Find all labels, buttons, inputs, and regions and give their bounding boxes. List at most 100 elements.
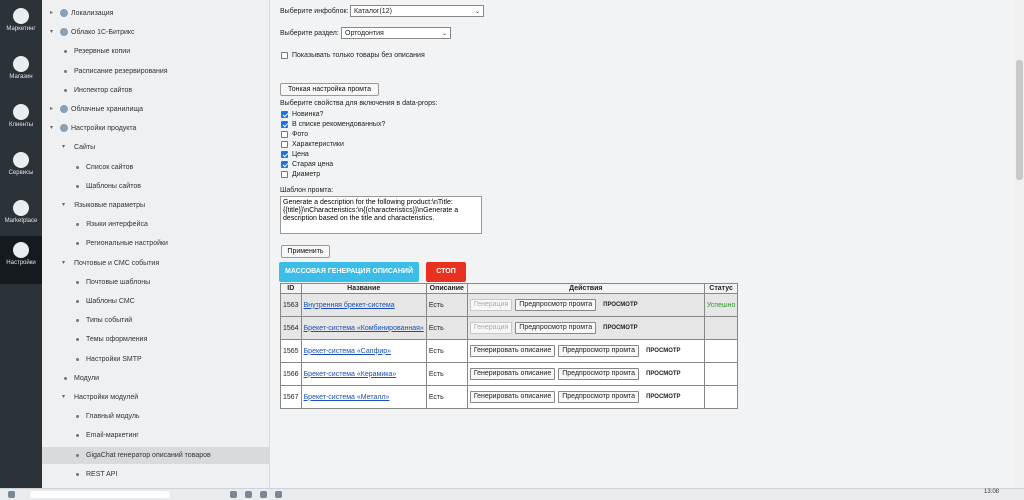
fine-tune-prompt-button[interactable]: Тонкая настройка промта — [280, 83, 379, 96]
menu-item[interactable]: Список сайтов — [42, 159, 269, 176]
prop-checkbox[interactable] — [281, 171, 288, 178]
menu-item[interactable]: ▸ Локализация — [42, 5, 269, 22]
menu-item[interactable]: Расписание резервирования — [42, 63, 269, 80]
prop-checkbox[interactable] — [281, 141, 288, 148]
sidebar-item-настройки[interactable]: Настройки — [0, 236, 42, 284]
view-link[interactable]: ПРОСМОТР — [603, 325, 638, 331]
menu-item[interactable]: ▾ Настройки модулей — [42, 389, 269, 406]
view-link[interactable]: ПРОСМОТР — [603, 302, 638, 308]
cell-actions: Генерировать описание Предпросмотр промта… — [466, 362, 705, 386]
product-link[interactable]: Брекет-система «Металл» — [304, 394, 390, 401]
menu-item[interactable]: ▾ Языковые параметры — [42, 197, 269, 214]
iblock-select[interactable]: Каталог(12) ⌄ — [350, 5, 484, 17]
sidebar-item-клиенты[interactable]: Клиенты — [0, 98, 42, 146]
menu-item-label: Темы оформления — [86, 336, 148, 344]
generate-button[interactable]: Генерировать описание — [469, 391, 556, 403]
mass-generate-button[interactable]: МАССОВАЯ ГЕНЕРАЦИЯ ОПИСАНИЙ — [279, 262, 419, 282]
chevron-down-icon[interactable]: ▾ — [50, 120, 53, 137]
generate-button[interactable]: Генерировать описание — [469, 368, 556, 380]
product-link[interactable]: Брекет-система «Керамика» — [304, 371, 397, 378]
section-label: Выберите раздел: — [280, 30, 339, 37]
cell-name: Брекет-система «Керамика» — [300, 362, 427, 386]
menu-item[interactable]: Шаблоны сайтов — [42, 178, 269, 195]
apply-button[interactable]: Применить — [281, 245, 330, 258]
bullet-icon — [76, 434, 79, 438]
product-link[interactable]: Внутренняя брекет-система — [304, 302, 395, 309]
chevron-down-icon[interactable]: ▾ — [62, 197, 65, 214]
start-icon[interactable] — [8, 491, 15, 498]
column-header: Статус — [703, 283, 739, 294]
prop-checkbox[interactable] — [281, 161, 288, 168]
page-scrollbar[interactable] — [1015, 0, 1024, 488]
taskbar-search[interactable] — [30, 491, 170, 498]
menu-item[interactable]: Инспектор сайтов — [42, 82, 269, 99]
menu-item[interactable]: GigaChat генератор описаний товаров — [42, 446, 269, 464]
menu-item[interactable]: Типы событий — [42, 312, 269, 329]
prop-checkbox[interactable] — [281, 121, 288, 128]
generate-button[interactable]: Генерировать описание — [469, 345, 556, 357]
view-link[interactable]: ПРОСМОТР — [646, 394, 681, 400]
chevron-right-icon[interactable]: ▸ — [50, 101, 53, 118]
generate-button[interactable]: Генерация — [469, 322, 513, 334]
sidebar-item-маркетинг[interactable]: Маркетинг — [0, 2, 42, 50]
view-link[interactable]: ПРОСМОТР — [646, 371, 681, 377]
preview-prompt-button[interactable]: Предпросмотр промта — [558, 391, 640, 403]
app-icon[interactable] — [230, 491, 237, 498]
only-without-desc-checkbox[interactable] — [281, 52, 288, 59]
prop-checkbox-label: Цена — [292, 151, 309, 158]
prop-checkbox[interactable] — [281, 131, 288, 138]
menu-item-label: Почтовые шаблоны — [86, 278, 151, 286]
sidebar-item-магазин[interactable]: Магазин — [0, 50, 42, 98]
menu-item[interactable]: Шаблоны СМС — [42, 293, 269, 310]
menu-item[interactable]: ▾ Почтовые и СМС события — [42, 255, 269, 272]
prompt-template-textarea[interactable] — [280, 196, 482, 234]
bullet-icon — [76, 300, 79, 303]
cell-description: Есть — [425, 385, 468, 409]
column-header: ID — [280, 283, 302, 294]
product-link[interactable]: Брекет-система «Сапфир» — [304, 348, 391, 355]
prop-checkbox[interactable] — [281, 151, 288, 158]
generate-button[interactable]: Генерация — [469, 299, 513, 311]
menu-item[interactable]: ▾ Настройки продукта — [42, 120, 269, 137]
sidebar-item-сервисы[interactable]: Сервисы — [0, 146, 42, 194]
products-table: ID Название Описание Действия Статус 1563 Вну… — [280, 283, 739, 409]
props-label: Выберите свойства для включения в data-p… — [280, 100, 438, 107]
chevron-down-icon[interactable]: ▾ — [62, 389, 65, 406]
menu-item[interactable]: Модули — [42, 370, 269, 387]
menu-item-label: Настройки продукта — [71, 125, 137, 133]
menu-item[interactable]: Email-маркетинг — [42, 427, 269, 444]
menu-item[interactable]: Настройки SMTP — [42, 351, 269, 368]
menu-item[interactable]: Главный модуль — [42, 408, 269, 425]
os-taskbar: 13:08 — [0, 488, 1024, 500]
menu-item[interactable]: Почтовые шаблоны — [42, 274, 269, 291]
app-icon[interactable] — [275, 491, 282, 498]
menu-item[interactable]: REST API — [42, 466, 269, 483]
menu-item[interactable]: Резервные копии — [42, 43, 269, 60]
app-icon[interactable] — [260, 491, 267, 498]
app-icon[interactable] — [245, 491, 252, 498]
scrollbar-thumb[interactable] — [1016, 60, 1023, 180]
view-link[interactable]: ПРОСМОТР — [646, 348, 681, 354]
sidebar-item-label: Клиенты — [8, 122, 34, 128]
product-link[interactable]: Брекет-система «Комбинированная» — [304, 325, 424, 332]
chevron-right-icon[interactable]: ▸ — [50, 5, 53, 22]
preview-prompt-button[interactable]: Предпросмотр промта — [515, 322, 597, 334]
sidebar-item-marketplace[interactable]: Marketplace — [0, 194, 42, 242]
chevron-down-icon[interactable]: ▾ — [62, 139, 65, 156]
preview-prompt-button[interactable]: Предпросмотр промта — [558, 345, 640, 357]
section-select[interactable]: Ортодонтия ⌄ — [341, 27, 451, 39]
menu-item[interactable]: ▾ Облако 1С-Битрикс — [42, 24, 269, 41]
preview-prompt-button[interactable]: Предпросмотр промта — [558, 368, 640, 380]
chevron-down-icon[interactable]: ▾ — [50, 24, 53, 41]
table-row: 1563 Внутренняя брекет-система Есть Генерац… — [280, 293, 739, 317]
stop-button[interactable]: СТОП — [426, 262, 466, 282]
chevron-down-icon[interactable]: ▾ — [62, 255, 65, 272]
menu-item[interactable]: Региональные настройки — [42, 235, 269, 252]
menu-item[interactable]: ▾ Сайты — [42, 139, 269, 156]
menu-item[interactable]: Языки интерфейса — [42, 216, 269, 233]
menu-item[interactable]: ▸ Облачные хранилища — [42, 101, 269, 118]
sidebar-item-label: Marketplace — [4, 218, 38, 224]
preview-prompt-button[interactable]: Предпросмотр промта — [515, 299, 597, 311]
prop-checkbox[interactable] — [281, 111, 288, 118]
menu-item[interactable]: Темы оформления — [42, 331, 269, 348]
